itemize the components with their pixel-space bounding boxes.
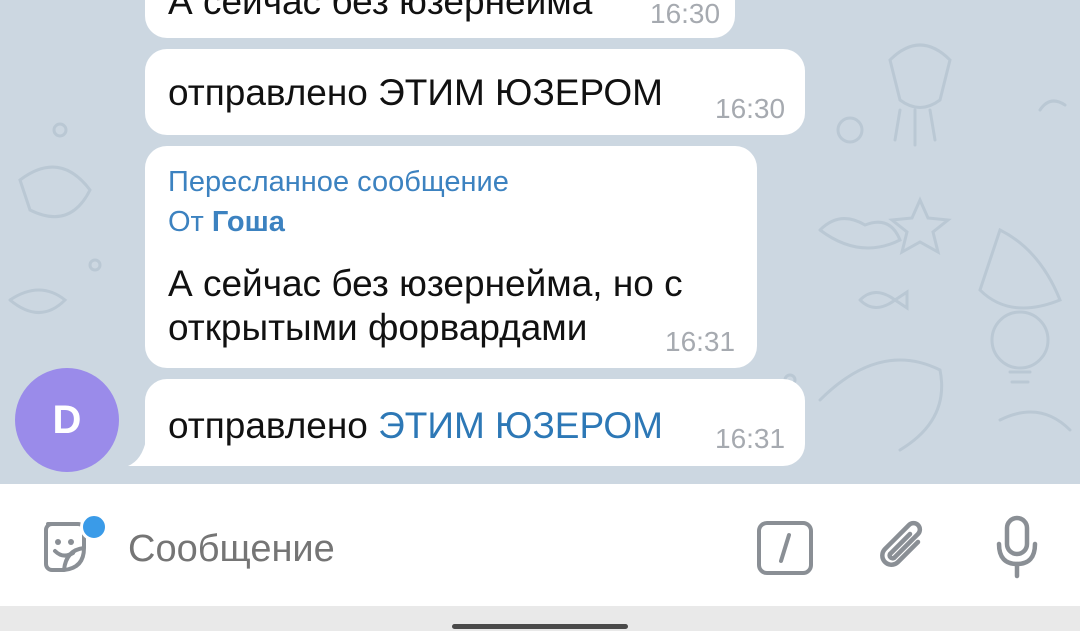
message-bubble[interactable]: А сейчас без юзернейма 16:30 <box>145 0 735 38</box>
system-navigation-bar <box>0 606 1080 631</box>
message-text-line-2: открытыми форвардами <box>168 307 588 348</box>
slash-command-icon[interactable] <box>756 520 814 576</box>
message-time: 16:30 <box>715 93 786 124</box>
message-text: отправлено ЭТИМ ЮЗЕРОМ <box>168 405 663 446</box>
message-time: 16:31 <box>665 326 736 357</box>
message-text: А сейчас без юзернейма <box>168 0 593 22</box>
message-input[interactable] <box>126 520 730 578</box>
forwarded-label: Пересланное сообщение <box>168 166 509 198</box>
notification-badge <box>80 513 108 541</box>
avatar[interactable]: D <box>15 368 119 472</box>
paperclip-icon[interactable] <box>876 516 932 580</box>
forwarded-message-bubble[interactable]: Пересланное сообщение От Гоша А сейчас б… <box>145 146 757 368</box>
message-input-bar <box>0 484 1080 606</box>
message-bubble[interactable]: отправлено ЭТИМ ЮЗЕРОМ 16:31 <box>145 379 805 466</box>
message-bubble[interactable]: отправлено ЭТИМ ЮЗЕРОМ 16:30 <box>145 49 805 135</box>
forwarded-sender-name[interactable]: Гоша <box>212 206 285 238</box>
home-gesture-handle[interactable] <box>452 624 628 629</box>
mention-text: ЭТИМ ЮЗЕРОМ <box>378 72 663 113</box>
mention-link[interactable]: ЭТИМ ЮЗЕРОМ <box>378 405 663 446</box>
microphone-icon[interactable] <box>994 514 1040 580</box>
forwarded-from[interactable]: От Гоша <box>168 206 285 239</box>
message-time: 16:30 <box>650 0 721 29</box>
chat-area: А сейчас без юзернейма 16:30 отправлено … <box>0 0 1080 484</box>
message-text-line-1: А сейчас без юзернейма, но с <box>168 263 683 304</box>
message-text: отправлено ЭТИМ ЮЗЕРОМ <box>168 72 663 113</box>
message-time: 16:31 <box>715 423 786 454</box>
